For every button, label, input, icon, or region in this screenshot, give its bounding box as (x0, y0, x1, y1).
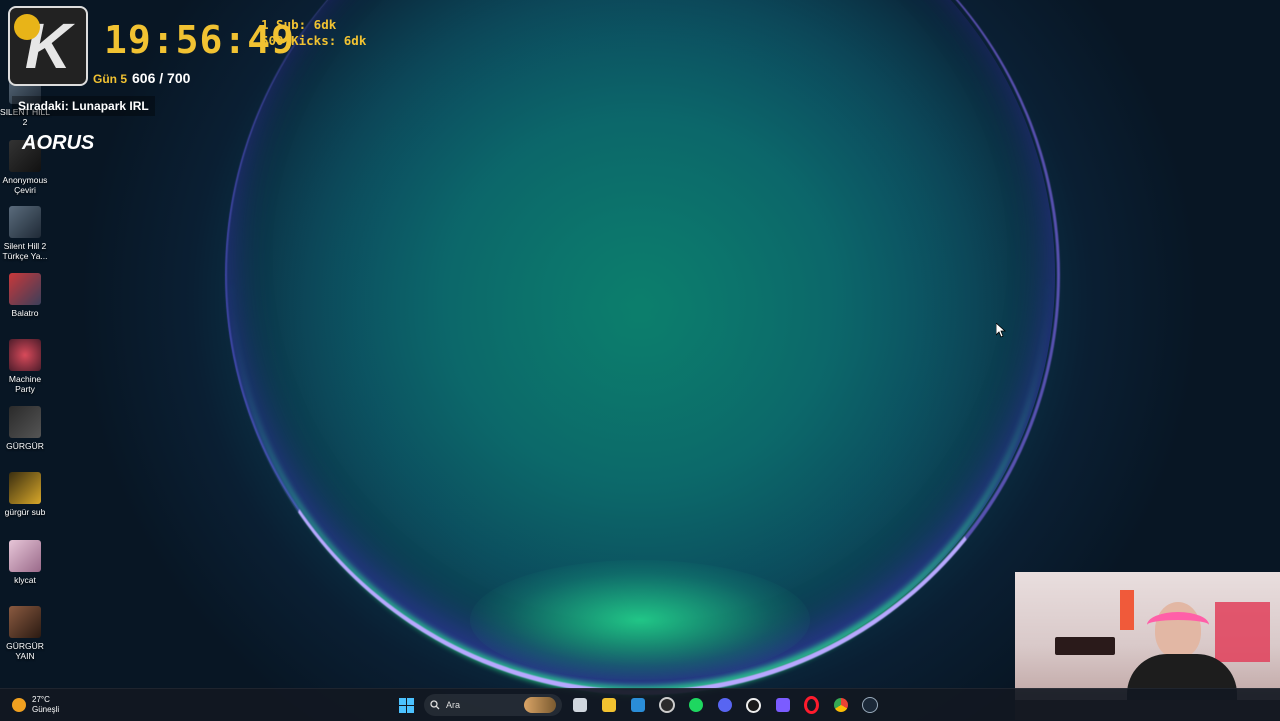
taskbar-search[interactable]: Ara (424, 694, 562, 716)
task-view-button[interactable] (568, 693, 591, 717)
spotify-button[interactable] (684, 693, 707, 717)
search-icon (430, 700, 440, 710)
spotify-icon (688, 698, 703, 712)
sun-icon (12, 698, 26, 712)
goal-sub: 1 Sub: 6dk (261, 17, 337, 32)
desktop-icon-label: klycat (14, 575, 36, 585)
logitech-g-icon (746, 697, 761, 713)
search-highlight-image (524, 697, 556, 713)
gurgur-sub-icon (9, 472, 41, 504)
klycat-icon (9, 540, 41, 572)
desktop-icon-label: Anonymous Çeviri (2, 175, 48, 195)
silent-hill-2-turkce-icon (9, 206, 41, 238)
start-button[interactable] (395, 693, 418, 717)
desktop-icon-label: Balatro (11, 308, 39, 318)
desktop-icon-label: GÜRGÜR YAIN (6, 641, 44, 661)
folder-icon (601, 698, 616, 712)
cursor-arrow-icon (996, 323, 1006, 338)
weather-temperature: 27°C (32, 695, 50, 704)
day-label: Gün 5 (93, 72, 128, 86)
steam-button[interactable] (858, 693, 881, 717)
day-count: 606 / 700 (132, 70, 191, 86)
search-placeholder: Ara (446, 700, 461, 710)
goal-list: 1 Sub: 6dk 500 Kicks: 6dk (261, 17, 366, 49)
weather-description: Güneşli (32, 705, 60, 714)
wallpaper-bottom-glow (470, 560, 810, 680)
logo-emblem-icon (14, 14, 40, 40)
desktop-icon-gurgur-yain[interactable]: GÜRGÜR YAIN (0, 606, 50, 661)
steam-icon (861, 697, 878, 713)
machine-party-icon (9, 339, 41, 371)
day-counter: Gün 5 606 / 700 (93, 70, 190, 86)
g-hub-button[interactable] (742, 693, 765, 717)
desktop-icon-gurgur-sub[interactable]: gürgür sub (0, 472, 50, 517)
desktop-icon-label: Machine Party (8, 374, 42, 394)
outlook-icon (630, 698, 645, 712)
task-view-icon (572, 698, 587, 712)
app-grid-button[interactable] (771, 693, 794, 717)
desktop-icon-gurgur[interactable]: GÜRGÜR (0, 406, 50, 451)
goal-kicks: 500 Kicks: 6dk (261, 33, 367, 48)
discord-icon (717, 698, 732, 712)
monitor (1055, 637, 1115, 655)
desktop-icon-label: Silent Hill 2 Türkçe Ya... (2, 241, 48, 261)
desktop-icon-label: GÜRGÜR (6, 441, 44, 451)
chrome-button[interactable] (829, 693, 852, 717)
gurgur-yain-icon (9, 606, 41, 638)
obs-icon (658, 697, 675, 713)
file-explorer-button[interactable] (597, 693, 620, 717)
windows-icon (399, 697, 414, 713)
weather-widget[interactable]: 27°C Güneşli (12, 695, 59, 715)
desktop-icon-machine-party[interactable]: Machine Party (0, 339, 50, 394)
desktop-icon-balatro[interactable]: Balatro (0, 273, 50, 318)
taskbar-center: Ara (395, 693, 881, 717)
obs-button[interactable] (655, 693, 678, 717)
opera-icon (804, 696, 819, 714)
headphones-icon (1147, 612, 1209, 638)
gurgur-icon (9, 406, 41, 438)
chrome-icon (833, 698, 848, 712)
grid-app-icon (775, 698, 790, 712)
discord-button[interactable] (713, 693, 736, 717)
desktop-icon-label: gürgür sub (4, 507, 46, 517)
opera-gx-button[interactable] (800, 693, 823, 717)
taskbar: 27°C Güneşli Ara (0, 688, 1280, 721)
desktop-icon-silent-hill-2-turkce[interactable]: Silent Hill 2 Türkçe Ya... (0, 206, 50, 261)
desktop-icon-klycat[interactable]: klycat (0, 540, 50, 585)
balatro-icon (9, 273, 41, 305)
outlook-button[interactable] (626, 693, 649, 717)
aorus-logo: AORUS (22, 132, 95, 154)
next-up-banner: Sıradaki: Lunapark IRL (12, 96, 155, 116)
channel-logo: K (8, 6, 88, 86)
